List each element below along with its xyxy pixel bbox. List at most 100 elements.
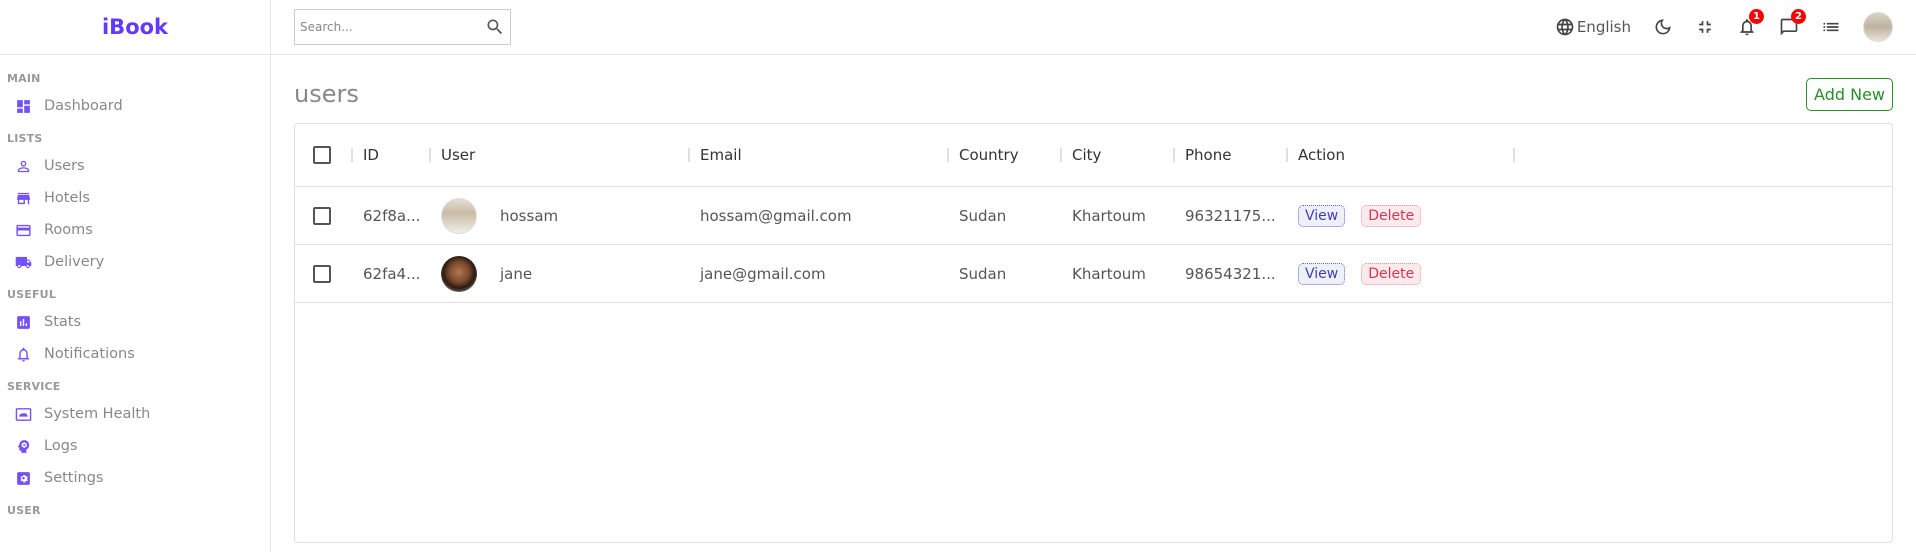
column-header-id[interactable]: ID (351, 146, 429, 164)
topbar-items: English 1 2 (1533, 9, 1893, 42)
column-separator[interactable] (429, 148, 431, 162)
cell-country: Sudan (959, 264, 1007, 283)
column-header-action[interactable]: Action (1286, 146, 1513, 164)
header-checkbox-cell (295, 146, 351, 164)
list-icon (1821, 17, 1841, 37)
bell-icon (14, 345, 32, 363)
table-row[interactable]: 62f8a... hossam hossam@gmail.com Sudan K… (295, 187, 1892, 245)
sidebar-item-delivery[interactable]: Delivery (0, 246, 270, 278)
sidebar: iBook MAIN Dashboard LISTS Users Hotels … (0, 0, 271, 552)
messages-button[interactable]: 2 (1779, 9, 1806, 37)
dark-mode-toggle[interactable] (1653, 17, 1673, 37)
sidebar-item-label: Logs (44, 438, 78, 454)
sidebar-item-dashboard[interactable]: Dashboard (0, 90, 270, 122)
settings-icon (14, 469, 32, 487)
row-checkbox[interactable] (313, 264, 331, 283)
column-separator[interactable] (1173, 148, 1175, 162)
row-checkbox[interactable] (313, 206, 331, 225)
page-title: users (294, 80, 359, 108)
sidebar-item-label: Settings (44, 470, 104, 486)
logo[interactable]: iBook (102, 15, 168, 39)
sidebar-item-rooms[interactable]: Rooms (0, 214, 270, 246)
sidebar-item-settings[interactable]: Settings (0, 462, 270, 494)
user-name: hossam (500, 206, 559, 225)
section-title-useful: USEFUL (7, 288, 57, 301)
select-all-checkbox[interactable] (313, 146, 331, 164)
sidebar-item-logs[interactable]: Logs (0, 430, 270, 462)
section-title-main: MAIN (7, 72, 41, 85)
search-icon[interactable] (485, 17, 505, 37)
section-title-user: USER (7, 504, 41, 517)
row-checkbox-cell (295, 206, 351, 225)
sidebar-item-label: Hotels (44, 190, 90, 206)
language-selector[interactable]: English (1555, 17, 1631, 37)
row-checkbox-cell (295, 264, 351, 283)
fullscreen-exit-icon (1695, 17, 1715, 37)
profile-button[interactable] (1863, 12, 1893, 42)
main: English 1 2 (271, 0, 1916, 552)
sidebar-item-stats[interactable]: Stats (0, 306, 270, 338)
list-menu-button[interactable] (1821, 17, 1841, 37)
cell-email: jane@gmail.com (700, 264, 826, 283)
cell-email: hossam@gmail.com (700, 206, 852, 225)
user-name: jane (500, 264, 533, 283)
fullscreen-exit-button[interactable] (1695, 17, 1715, 37)
column-header-country[interactable]: Country (947, 146, 1060, 164)
cell-action: View Delete (1286, 204, 1513, 227)
logo-row: iBook (0, 0, 270, 55)
column-separator[interactable] (1060, 148, 1062, 162)
moon-icon (1653, 17, 1673, 37)
globe-icon (1555, 17, 1575, 37)
delete-button[interactable]: Delete (1361, 204, 1422, 227)
notifications-button[interactable]: 1 (1737, 9, 1764, 37)
cell-city: Khartoum (1072, 264, 1146, 283)
delete-button[interactable]: Delete (1361, 262, 1422, 285)
section-title-lists: LISTS (7, 132, 43, 145)
sidebar-body: MAIN Dashboard LISTS Users Hotels Rooms … (0, 55, 270, 517)
person-icon (14, 157, 32, 175)
sidebar-item-label: Notifications (44, 346, 135, 362)
messages-badge: 2 (1791, 9, 1806, 24)
cell-id: 62f8a... (363, 206, 421, 225)
column-separator[interactable] (1286, 148, 1288, 162)
cell-user: jane (429, 255, 688, 292)
table-header: ID User Email Country City Phone Action (295, 124, 1892, 187)
search-input[interactable] (300, 20, 485, 34)
sidebar-item-label: Rooms (44, 222, 93, 238)
psychology-icon (14, 437, 32, 455)
column-header-city[interactable]: City (1060, 146, 1173, 164)
sidebar-item-label: Stats (44, 314, 82, 330)
user-avatar (441, 255, 477, 292)
sidebar-item-users[interactable]: Users (0, 150, 270, 182)
table-row[interactable]: 62fa4... jane jane@gmail.com Sudan Khart… (295, 245, 1892, 303)
dashboard-icon (14, 97, 32, 115)
sidebar-item-hotels[interactable]: Hotels (0, 182, 270, 214)
cell-country: Sudan (959, 206, 1007, 225)
view-button[interactable]: View (1298, 204, 1346, 227)
users-table: ID User Email Country City Phone Action (294, 123, 1893, 543)
sidebar-item-notifications[interactable]: Notifications (0, 338, 270, 370)
user-avatar (441, 197, 477, 234)
column-separator[interactable] (947, 148, 949, 162)
cell-user: hossam (429, 197, 688, 234)
cell-action: View Delete (1286, 262, 1513, 285)
health-icon (14, 405, 32, 423)
column-separator[interactable] (688, 148, 690, 162)
sidebar-item-label: Dashboard (44, 98, 123, 114)
section-title-service: SERVICE (7, 380, 61, 393)
sidebar-item-system-health[interactable]: System Health (0, 398, 270, 430)
column-header-user[interactable]: User (429, 146, 688, 164)
column-header-email[interactable]: Email (688, 146, 947, 164)
column-separator[interactable] (351, 148, 353, 162)
content-header: users Add New (294, 75, 1893, 113)
sidebar-item-label: Delivery (44, 254, 105, 270)
add-new-button[interactable]: Add New (1806, 77, 1893, 111)
credit-card-icon (14, 221, 32, 239)
column-separator[interactable] (1513, 148, 1515, 162)
language-label: English (1576, 18, 1631, 36)
column-header-phone[interactable]: Phone (1173, 146, 1286, 164)
avatar (1863, 12, 1893, 42)
cell-phone: 98654321... (1185, 264, 1276, 283)
cell-city: Khartoum (1072, 206, 1146, 225)
view-button[interactable]: View (1298, 262, 1346, 285)
